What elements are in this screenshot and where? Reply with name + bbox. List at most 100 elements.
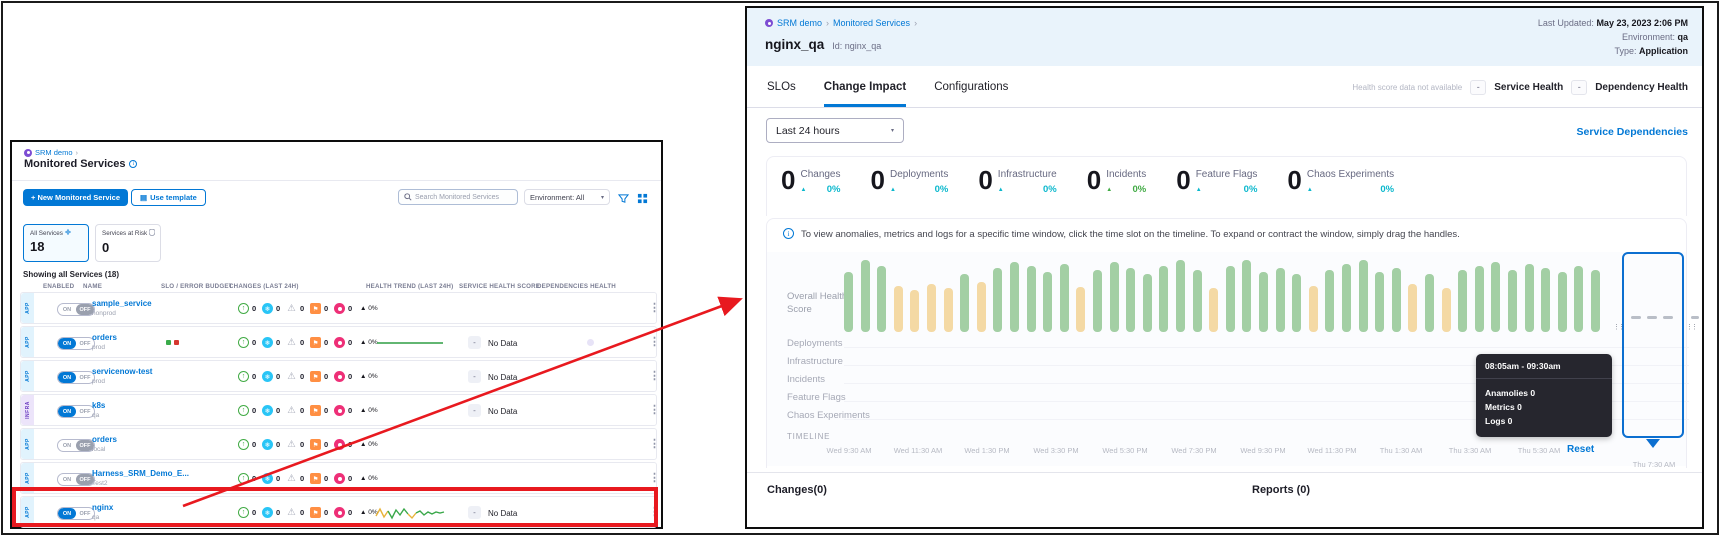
selection-left-handle[interactable]: ⋮⋮	[1613, 324, 1623, 331]
timeline-bar[interactable]	[910, 290, 919, 332]
service-name-link[interactable]: orders	[92, 435, 117, 444]
timeline-bar[interactable]	[1591, 270, 1600, 332]
timeline-bar[interactable]	[944, 288, 953, 332]
timeline-bar[interactable]	[1010, 262, 1019, 332]
service-name-link[interactable]: Harness_SRM_Demo_E...	[92, 469, 189, 478]
timeline-bar[interactable]	[1408, 284, 1417, 332]
timeline-bar[interactable]	[960, 274, 969, 332]
timeline-bar[interactable]	[1425, 274, 1434, 332]
row-menu-button[interactable]: ⋮	[649, 403, 660, 416]
timeline-bar[interactable]	[1110, 262, 1119, 332]
feature-flags-change-cell: ⚑0	[310, 405, 334, 416]
selection-right-handle[interactable]: ⋮⋮	[1686, 324, 1696, 331]
row-menu-button[interactable]: ⋮	[649, 301, 660, 314]
service-row[interactable]: APPONOFFservicenow-testprod↑0❄0⚠0⚑00▲ 0%…	[20, 360, 657, 392]
tab-change-impact[interactable]: Change Impact	[824, 66, 906, 107]
timeline-bar[interactable]	[1076, 287, 1085, 332]
summary-card-label: Services at Risk	[102, 229, 154, 238]
timeline-bar[interactable]	[1176, 260, 1185, 332]
service-enabled-toggle[interactable]: ONOFF	[57, 405, 95, 418]
timeline-bar[interactable]	[1475, 266, 1484, 332]
summary-card[interactable]: Services at Risk0	[95, 224, 161, 262]
tab-slos[interactable]: SLOs	[767, 66, 796, 107]
reset-link[interactable]: Reset	[1567, 444, 1594, 455]
search-input[interactable]: Search Monitored Services	[398, 189, 518, 205]
service-row[interactable]: APPONOFFordersprod↑0❄0⚠0⚑00▲ 0%-No Data⋮	[20, 326, 657, 358]
timeline-bar[interactable]	[844, 272, 853, 332]
timeline-bar[interactable]	[1209, 288, 1218, 332]
timeline-bar[interactable]	[1027, 266, 1036, 332]
timeline-bar[interactable]	[1342, 264, 1351, 332]
environment-select[interactable]: Environment: All ▾	[524, 189, 610, 205]
timeline-bar[interactable]	[1325, 270, 1334, 332]
time-range-select[interactable]: Last 24 hours ▾	[766, 118, 904, 143]
timeline-bar[interactable]	[1093, 270, 1102, 332]
service-row[interactable]: APPONOFForderslocal↑0❄0⚠0⚑00▲ 0%⋮	[20, 428, 657, 460]
timeline-bar[interactable]	[1491, 262, 1500, 332]
timeline-bar[interactable]	[1276, 268, 1285, 332]
summary-card[interactable]: All Services18	[23, 224, 89, 262]
service-enabled-toggle[interactable]: ONOFF	[57, 473, 95, 486]
timeline-bar[interactable]	[1259, 272, 1268, 332]
timeline-bar[interactable]	[1043, 272, 1052, 332]
timeline-bar[interactable]	[1392, 268, 1401, 332]
timeline-bar[interactable]	[1508, 270, 1517, 332]
tab-configurations[interactable]: Configurations	[934, 66, 1008, 107]
timeline-bar[interactable]	[927, 284, 936, 332]
timeline-bar[interactable]	[1060, 264, 1069, 332]
use-template-button[interactable]: ▤ Use template	[131, 189, 206, 206]
timeline-bar[interactable]	[977, 282, 986, 332]
timeline-bar[interactable]	[1126, 268, 1135, 332]
service-name-link[interactable]: orders	[92, 333, 117, 342]
changes-bottom-tab[interactable]: Changes(0)	[767, 484, 827, 496]
service-enabled-toggle[interactable]: ONOFF	[57, 371, 95, 384]
service-name-link[interactable]: servicenow-test	[92, 367, 152, 376]
service-row[interactable]: APPONOFFsample_servicenonprod↑0❄0⚠0⚑00▲ …	[20, 292, 657, 324]
breadcrumb-project[interactable]: SRM demo	[777, 18, 822, 28]
timeline-bar[interactable]	[1193, 270, 1202, 332]
timeline-bar[interactable]	[894, 286, 903, 332]
timeline-bar[interactable]	[1226, 266, 1235, 332]
timeline-bar[interactable]	[1458, 270, 1467, 332]
filter-icon[interactable]	[618, 191, 629, 209]
incidents-change-cell: ⚠0	[286, 303, 310, 314]
service-type-tag: APP	[21, 429, 34, 459]
service-enabled-toggle[interactable]: ONOFF	[57, 439, 95, 452]
timeline-bar[interactable]	[993, 268, 1002, 332]
new-monitored-service-button[interactable]: + New Monitored Service	[23, 189, 128, 206]
service-enabled-toggle[interactable]: ONOFF	[57, 337, 95, 350]
row-menu-button[interactable]: ⋮	[649, 471, 660, 484]
timeline-bar[interactable]	[1159, 266, 1168, 332]
service-row[interactable]: INFRAONOFFk8sqa↑0❄0⚠0⚑00▲ 0%-No Data⋮	[20, 394, 657, 426]
timeline-bar[interactable]	[1558, 272, 1567, 332]
timeline-bar[interactable]	[1292, 274, 1301, 332]
info-icon[interactable]: i	[129, 160, 137, 168]
service-enabled-toggle[interactable]: ONOFF	[57, 303, 95, 316]
timeline-bar[interactable]	[1309, 286, 1318, 332]
grid-view-icon[interactable]	[637, 191, 648, 209]
incidents-change-icon: ⚠	[286, 405, 297, 416]
service-name-link[interactable]: k8s	[92, 401, 105, 410]
timeline-selection-window[interactable]	[1622, 252, 1684, 438]
timeline-bar[interactable]	[1525, 264, 1534, 332]
reports-bottom-tab[interactable]: Reports (0)	[1252, 484, 1310, 496]
timeline-bar[interactable]	[1143, 274, 1152, 332]
service-dependencies-link[interactable]: Service Dependencies	[1577, 126, 1688, 138]
timeline-bar[interactable]	[1574, 266, 1583, 332]
timeline-bar[interactable]	[1375, 272, 1384, 332]
timeline-bar[interactable]	[1359, 260, 1368, 332]
changes-cluster: ↑0❄0⚠0⚑00▲ 0%	[238, 337, 378, 348]
breadcrumb-project[interactable]: SRM demo	[35, 148, 73, 157]
timeline-bar[interactable]	[1541, 268, 1550, 332]
timeline-bar[interactable]	[1442, 288, 1451, 332]
row-menu-button[interactable]: ⋮	[649, 437, 660, 450]
breadcrumb-monitored-services[interactable]: Monitored Services	[833, 18, 910, 28]
row-menu-button[interactable]: ⋮	[649, 369, 660, 382]
timeline-bar[interactable]	[861, 260, 870, 332]
row-menu-button[interactable]: ⋮	[649, 335, 660, 348]
service-name-link[interactable]: sample_service	[92, 299, 152, 308]
stat-label: Deployments	[890, 169, 948, 180]
change-delta: ▲ 0%	[360, 475, 378, 482]
timeline-bar[interactable]	[877, 266, 886, 332]
timeline-bar[interactable]	[1242, 260, 1251, 332]
